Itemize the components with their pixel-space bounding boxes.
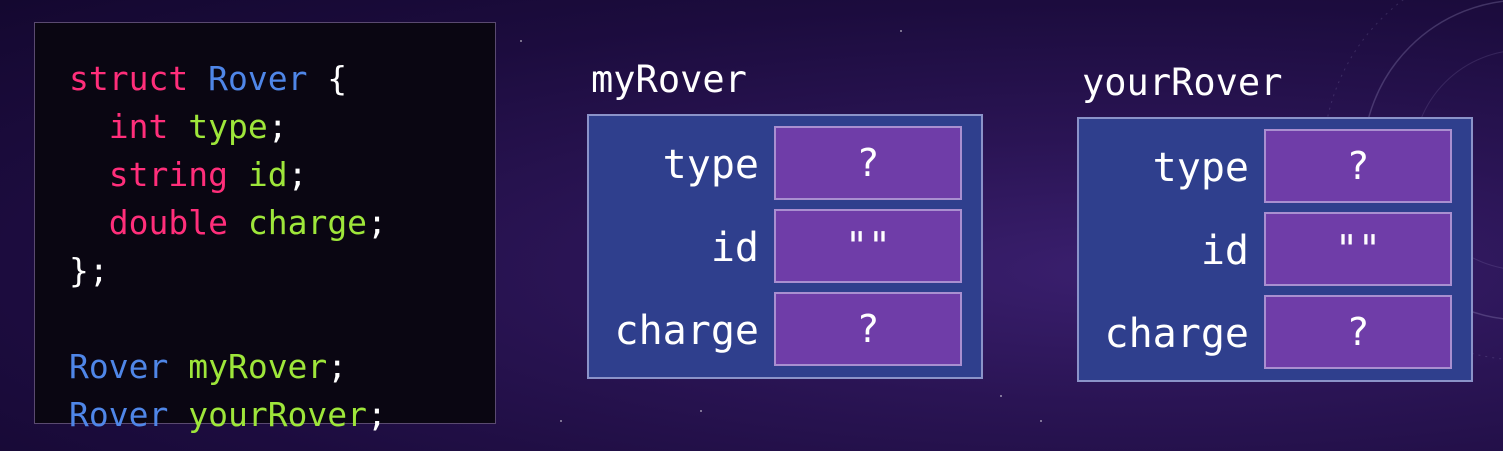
field-label-charge: charge	[1104, 311, 1250, 357]
code-token: yourRover	[188, 395, 368, 434]
field-label-charge: charge	[614, 308, 760, 354]
star	[520, 40, 522, 42]
code-token: type	[188, 107, 268, 146]
code-panel: struct Rover { int type; string id; doub…	[34, 22, 496, 434]
code-token: ;	[287, 155, 308, 194]
star	[1000, 395, 1002, 397]
field-label-type: type	[662, 142, 759, 188]
star	[900, 30, 902, 32]
code-token: int	[108, 107, 169, 146]
field-label-id: id	[710, 225, 759, 271]
code-token: };	[69, 251, 109, 290]
code-token: id	[247, 155, 288, 194]
code-token: ;	[367, 395, 387, 434]
code-token: Rover	[69, 347, 169, 386]
star	[1040, 420, 1042, 422]
code-token: charge	[247, 203, 368, 242]
code-token: ;	[267, 107, 288, 146]
struct-box-yourrover: type ? id "" charge ?	[1077, 117, 1473, 382]
code-token: string	[108, 155, 228, 194]
code-token: ;	[327, 347, 348, 386]
code-token: {	[307, 59, 348, 98]
field-label-id: id	[1200, 228, 1249, 274]
struct-title-yourrover: yourRover	[1082, 61, 1283, 104]
code-block: struct Rover { int type; string id; doub…	[69, 55, 387, 439]
code-line: struct Rover {	[69, 55, 387, 103]
field-value-id: ""	[1264, 212, 1452, 286]
code-line: Rover myRover;	[69, 343, 387, 391]
code-token: ;	[367, 203, 387, 242]
code-line: };	[69, 247, 387, 295]
code-token: struct	[69, 59, 189, 98]
field-value-type: ?	[1264, 129, 1452, 203]
code-token: Rover	[69, 395, 169, 434]
code-token: myRover	[188, 347, 328, 386]
field-value-charge: ?	[1264, 295, 1452, 369]
star	[560, 420, 562, 422]
code-line: string id;	[69, 151, 387, 199]
field-value-id: ""	[774, 209, 962, 283]
star	[700, 410, 702, 412]
code-token: double	[108, 203, 228, 242]
struct-title-myrover: myRover	[591, 58, 747, 101]
code-token: Rover	[208, 59, 308, 98]
code-line: int type;	[69, 103, 387, 151]
field-label-type: type	[1152, 145, 1249, 191]
field-value-charge: ?	[774, 292, 962, 366]
code-line: Rover yourRover;	[69, 391, 387, 439]
field-value-type: ?	[774, 126, 962, 200]
code-line: double charge;	[69, 199, 387, 247]
struct-box-myrover: type ? id "" charge ?	[587, 114, 983, 379]
